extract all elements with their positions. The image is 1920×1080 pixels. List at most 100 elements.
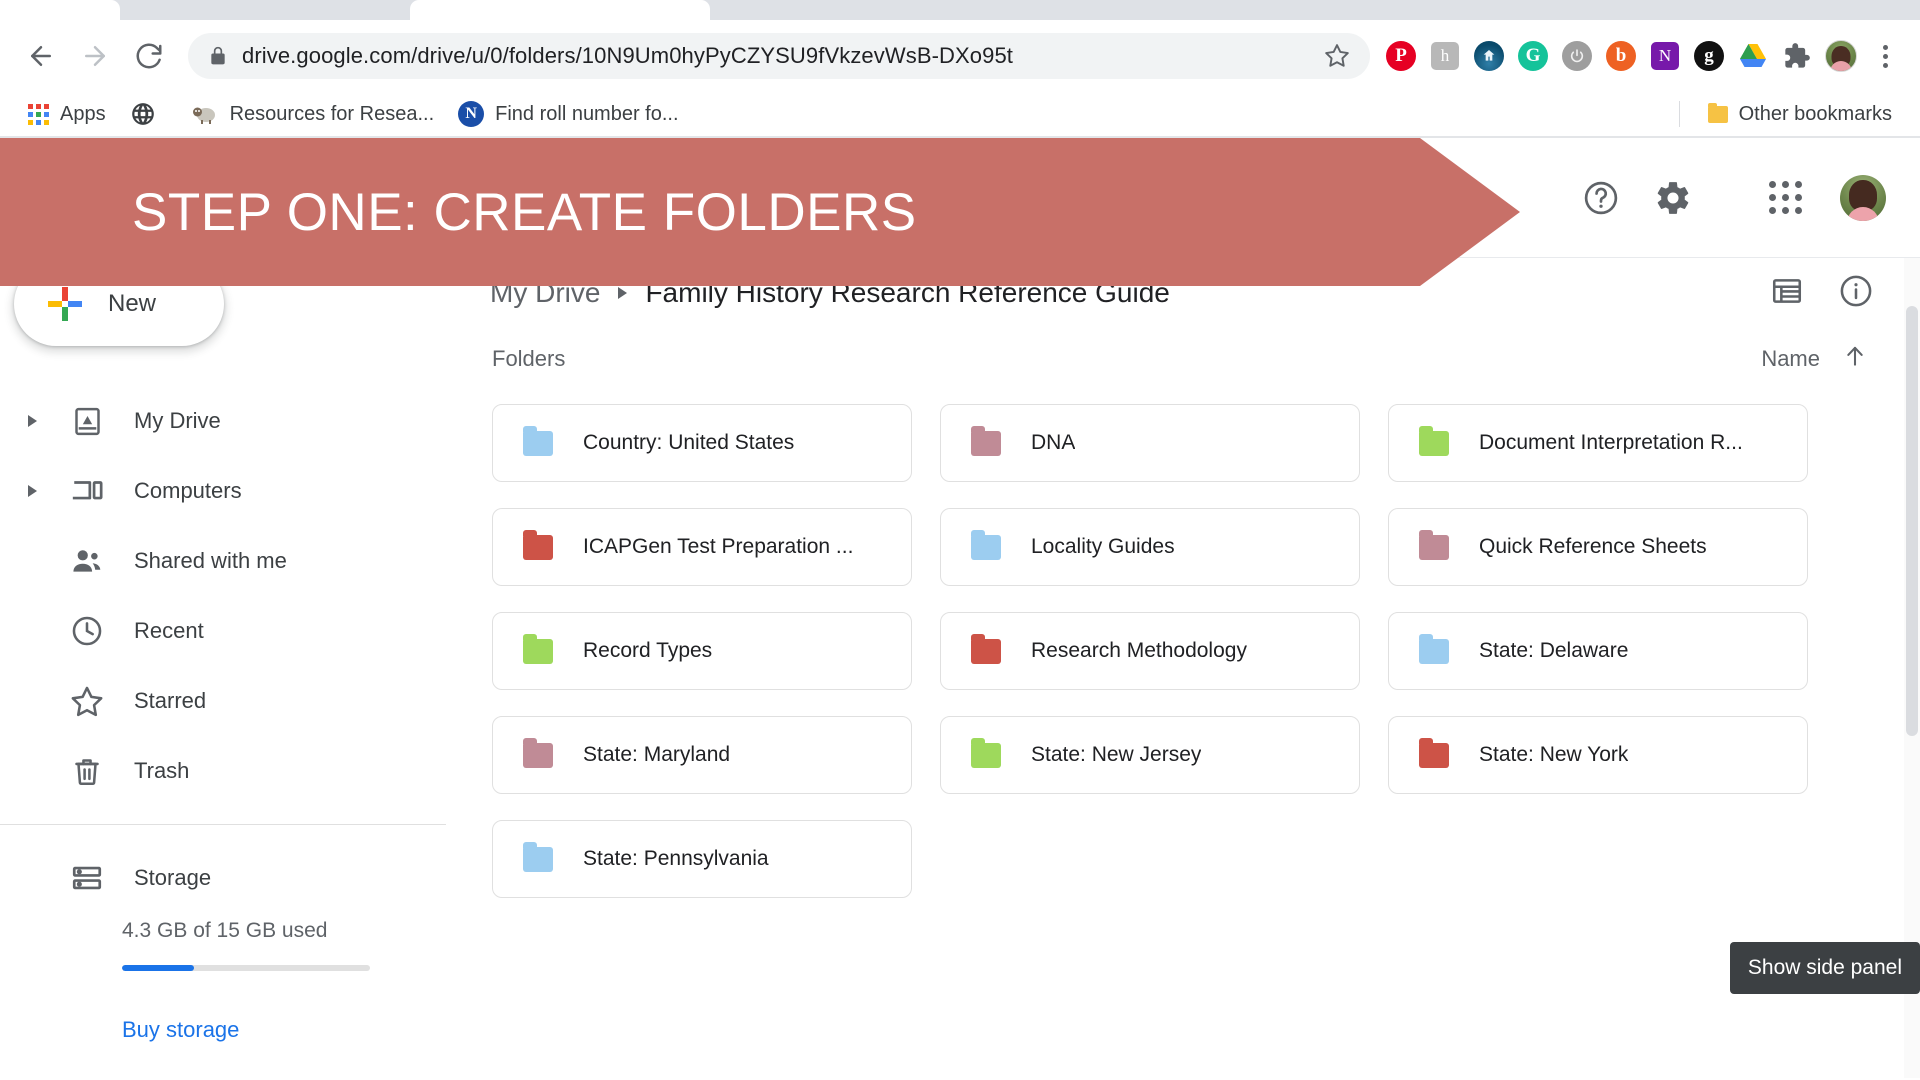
drive-main-content: My Drive Family History Research Referen… [460,258,1920,1078]
bookmark-star-icon[interactable] [1324,43,1350,69]
breadcrumb-root[interactable]: My Drive [490,277,600,309]
account-avatar[interactable] [1840,174,1886,221]
tab-partial-left[interactable] [0,0,120,20]
goodreads-extension[interactable]: g [1688,35,1730,77]
honey-icon: h [1431,42,1459,70]
sidebar-item-computers[interactable]: Computers [0,456,460,526]
bookmark-globe[interactable] [118,97,179,131]
puzzle-extensions-button[interactable] [1776,35,1818,77]
globe-icon [131,103,154,125]
onenote-extension[interactable]: N [1644,35,1686,77]
folders-section-header: Folders Name [470,328,1920,390]
goodreads-icon: g [1694,41,1724,71]
help-icon[interactable] [1570,167,1632,229]
puzzle-piece-icon [1785,43,1810,68]
active-tab[interactable] [410,0,710,20]
familysearch-extension[interactable] [1468,35,1510,77]
apps-grid-icon [28,103,49,125]
folder-icon [971,425,1001,456]
bitly-icon: b [1606,41,1636,71]
bookmark-apps-label: Apps [60,102,106,125]
omnibox-toolbar: drive.google.com/drive/u/0/folders/10N9U… [0,20,1920,92]
folder-card[interactable]: Quick Reference Sheets [1388,508,1808,586]
folder-icon [971,737,1001,768]
chevron-right-icon [618,287,628,299]
browser-profile-button[interactable] [1820,35,1862,77]
bitly-extension[interactable]: b [1600,35,1642,77]
folder-icon [1419,529,1449,560]
chrome-menu-icon [1882,44,1888,68]
folder-card[interactable]: Record Types [492,612,912,690]
new-button[interactable]: New [14,262,224,346]
other-bookmarks-label: Other bookmarks [1738,102,1892,125]
main-scrollbar-thumb[interactable] [1906,306,1918,736]
honey-extension[interactable]: h [1424,35,1466,77]
folder-card[interactable]: State: Pennsylvania [492,820,912,898]
sidebar-item-recent[interactable]: Recent [0,596,460,666]
forward-button[interactable] [68,29,122,83]
sidebar-item-storage[interactable]: Storage [0,843,460,913]
folder-card[interactable]: Document Interpretation R... [1388,404,1808,482]
buy-storage-link[interactable]: Buy storage [0,1017,460,1043]
folder-card[interactable]: ICAPGen Test Preparation ... [492,508,912,586]
drive-triangle-icon [1740,44,1766,67]
bookmark-resources[interactable]: Resources for Resea... [179,97,447,131]
drive-icon [58,405,116,438]
list-view-icon[interactable] [1770,274,1804,313]
folder-icon [1419,633,1449,664]
expand-caret-my-drive[interactable] [6,415,58,427]
bookmarks-bar: Apps Resources for Resea... N Find roll … [0,92,1920,138]
folder-card[interactable]: DNA [940,404,1360,482]
view-toggle-group [1770,273,1874,314]
sidebar-item-shared-with-me[interactable]: Shared with me [0,526,460,596]
reload-button[interactable] [122,29,176,83]
storage-progress-bar [122,965,370,971]
folder-icon [1419,425,1449,456]
chrome-menu-button[interactable] [1864,35,1906,77]
drive-body: New My Drive Computers Shared with me Re… [0,258,1920,1078]
sidebar-item-trash[interactable]: Trash [0,736,460,806]
google-apps-grid-icon[interactable] [1754,167,1816,229]
sort-control[interactable]: Name [1761,343,1868,375]
settings-gear-icon[interactable] [1642,167,1704,229]
sidebar-item-starred[interactable]: Starred [0,666,460,736]
sidebar-item-my-drive-label: My Drive [134,408,221,433]
expand-caret-computers[interactable] [6,485,58,497]
folder-icon [971,529,1001,560]
storage-icon [58,861,116,895]
bookmark-find-roll-number[interactable]: N Find roll number fo... [446,97,690,131]
folder-card[interactable]: State: Delaware [1388,612,1808,690]
folder-icon [1419,737,1449,768]
sidebar-item-storage-label: Storage [134,865,212,890]
google-drive-extension[interactable] [1732,35,1774,77]
folder-icon [523,633,553,664]
arrow-up-icon [1842,343,1868,375]
folder-icon [523,425,553,456]
address-bar[interactable]: drive.google.com/drive/u/0/folders/10N9U… [188,33,1370,79]
folder-card[interactable]: State: Maryland [492,716,912,794]
pinterest-extension[interactable]: P [1380,35,1422,77]
power-icon [1562,41,1592,71]
folder-card[interactable]: State: New York [1388,716,1808,794]
folder-card[interactable]: Country: United States [492,404,912,482]
sidebar-item-my-drive[interactable]: My Drive [0,386,460,456]
sidebar-item-starred-label: Starred [134,688,207,713]
other-bookmarks[interactable]: Other bookmarks [1696,97,1904,131]
pinterest-icon: P [1386,41,1416,71]
onenote-icon: N [1651,42,1679,70]
details-info-icon[interactable] [1838,273,1874,314]
breadcrumb-current[interactable]: Family History Research Reference Guide [645,277,1169,309]
folder-card[interactable]: State: New Jersey [940,716,1360,794]
folder-card[interactable]: Research Methodology [940,612,1360,690]
folder-card[interactable]: Locality Guides [940,508,1360,586]
folder-name: Research Methodology [1031,639,1247,662]
power-extension[interactable] [1556,35,1598,77]
grammarly-icon: G [1518,41,1548,71]
back-button[interactable] [14,29,68,83]
bookmark-apps[interactable]: Apps [16,97,118,131]
clock-icon [58,614,116,648]
folder-name: State: Pennsylvania [583,847,769,870]
folder-icon [971,633,1001,664]
grammarly-extension[interactable]: G [1512,35,1554,77]
sidebar-item-recent-label: Recent [134,618,204,643]
